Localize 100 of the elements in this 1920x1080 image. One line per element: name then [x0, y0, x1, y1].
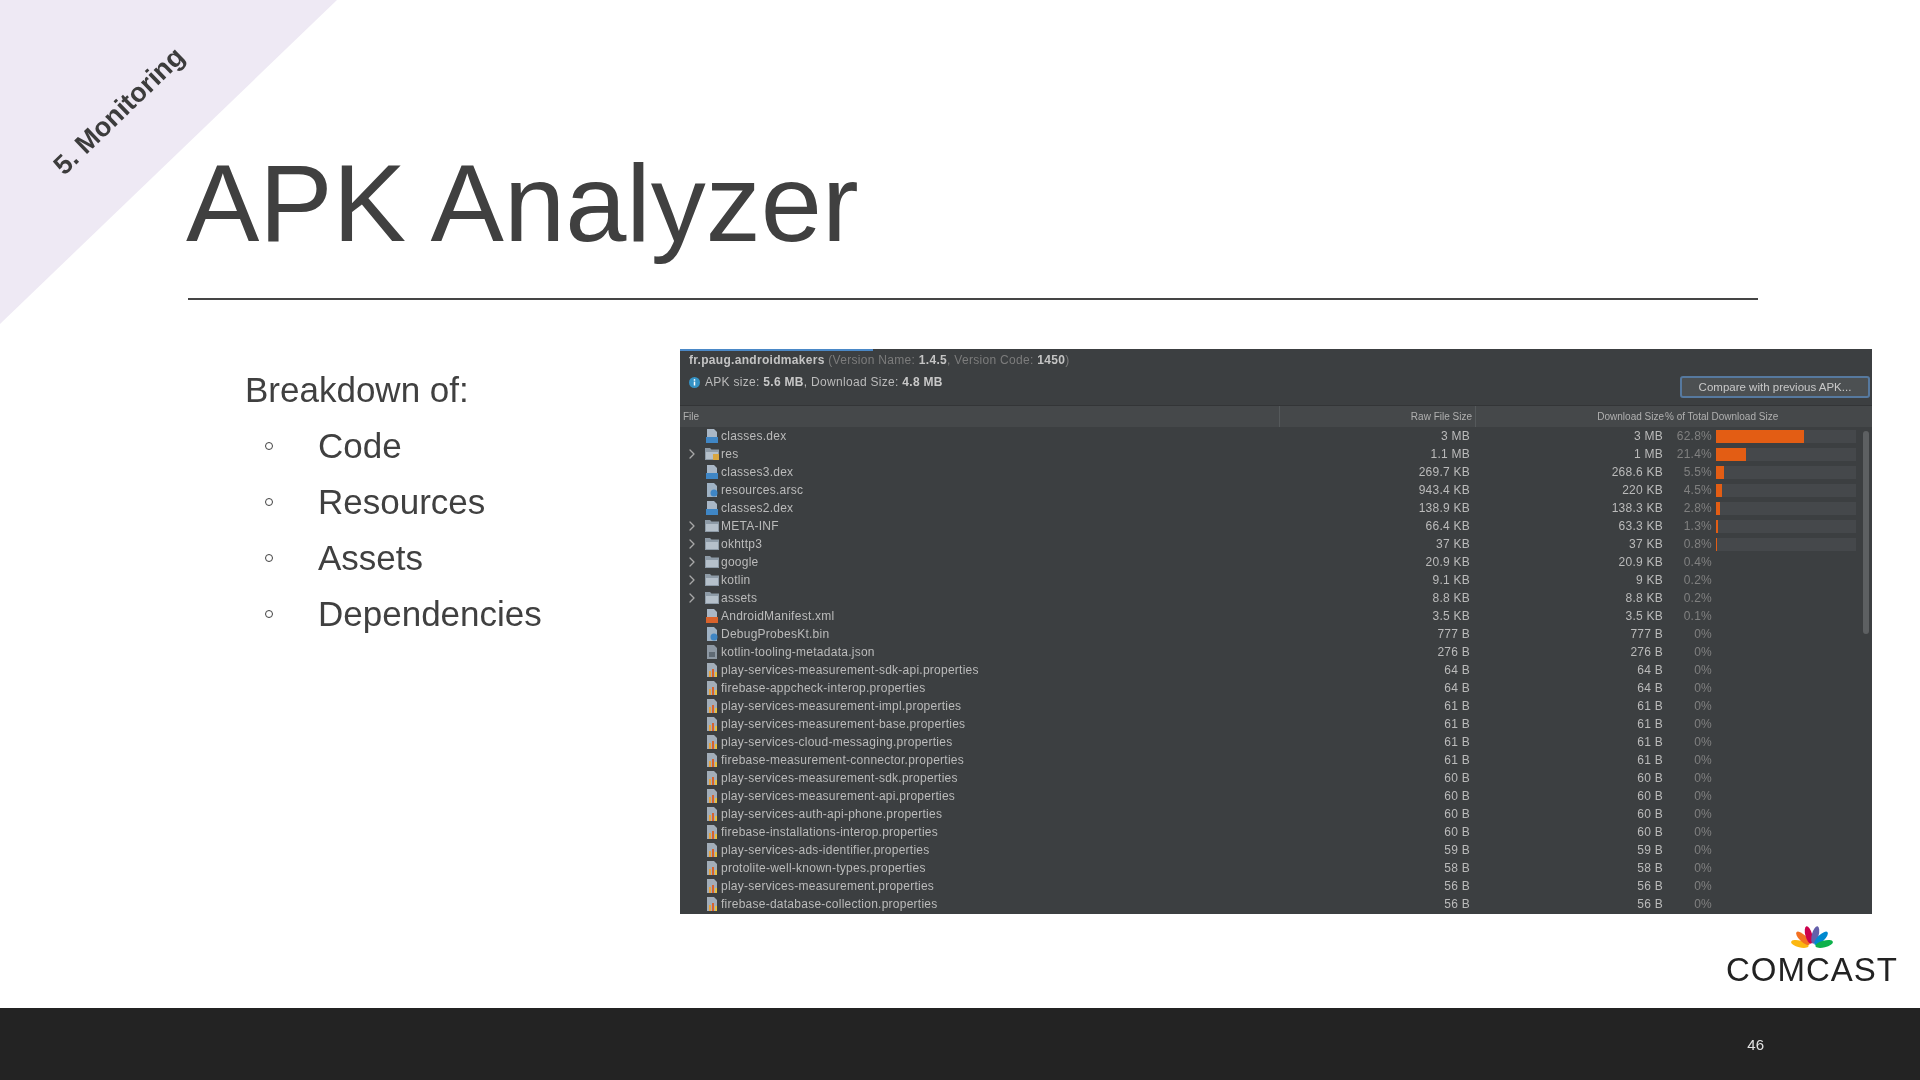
file-name: play-services-measurement-sdk-api.properties	[721, 663, 979, 677]
slide-title: APK Analyzer	[186, 141, 859, 266]
download-percent: 0.2%	[1682, 591, 1713, 605]
file-icon	[705, 681, 719, 695]
bullet-text: Assets	[318, 537, 424, 579]
file-name: META-INF	[721, 519, 779, 533]
raw-file-size: 8.8 KB	[1431, 591, 1471, 605]
download-percent: 21.4%	[1675, 447, 1713, 461]
raw-file-size: 66.4 KB	[1424, 519, 1471, 533]
download-percent: 0%	[1693, 627, 1713, 641]
download-percent: 0%	[1693, 897, 1713, 911]
chevron-icon[interactable]	[689, 521, 695, 531]
file-icon	[705, 465, 719, 479]
file-name: play-services-measurement-base.properties	[721, 717, 966, 731]
file-name: classes3.dex	[721, 465, 794, 479]
download-size: 64 B	[1636, 663, 1664, 677]
file-icon	[705, 663, 719, 677]
download-percent: 0.2%	[1682, 573, 1713, 587]
download-percent: 5.5%	[1682, 465, 1713, 479]
raw-file-size: 37 KB	[1435, 537, 1471, 551]
raw-file-size: 64 B	[1443, 681, 1471, 695]
chevron-icon[interactable]	[689, 539, 695, 549]
file-icon	[705, 861, 719, 875]
download-percent: 0%	[1693, 861, 1713, 875]
download-size: 56 B	[1636, 897, 1664, 911]
folder-icon	[705, 574, 719, 586]
download-percent: 0%	[1693, 663, 1713, 677]
download-size: 63.3 KB	[1617, 519, 1664, 533]
column-header: Download Size	[1596, 410, 1665, 424]
file-name: okhttp3	[721, 537, 763, 551]
file-name: res	[721, 447, 739, 461]
file-icon	[705, 609, 719, 623]
download-percent: 0.1%	[1682, 609, 1713, 623]
file-name: play-services-measurement.properties	[721, 879, 935, 893]
file-name: play-services-ads-identifier.properties	[721, 843, 930, 857]
file-icon	[705, 645, 719, 659]
download-percent: 0%	[1693, 771, 1713, 785]
download-size: 777 B	[1629, 627, 1664, 641]
file-name: classes.dex	[721, 429, 787, 443]
file-name: play-services-auth-api-phone.properties	[721, 807, 943, 821]
chevron-icon[interactable]	[689, 557, 695, 567]
file-icon	[705, 627, 719, 641]
column-header: Raw File Size	[1280, 406, 1476, 427]
download-percent: 62.8%	[1675, 429, 1713, 443]
file-icon	[705, 501, 719, 515]
file-name: resources.arsc	[721, 483, 804, 497]
download-size: 3.5 KB	[1624, 609, 1664, 623]
download-size: 37 KB	[1628, 537, 1664, 551]
chevron-icon[interactable]	[689, 449, 695, 459]
raw-file-size: 56 B	[1443, 897, 1471, 911]
file-name: play-services-cloud-messaging.properties	[721, 735, 953, 749]
download-size: 64 B	[1636, 681, 1664, 695]
raw-file-size: 777 B	[1436, 627, 1471, 641]
download-size: 60 B	[1636, 771, 1664, 785]
download-size: 59 B	[1636, 843, 1664, 857]
raw-file-size: 3.5 KB	[1431, 609, 1471, 623]
file-name: firebase-database-collection.properties	[721, 897, 938, 911]
download-size: 8.8 KB	[1624, 591, 1664, 605]
file-name: firebase-measurement-connector.properties	[721, 753, 965, 767]
download-percent: 0%	[1693, 735, 1713, 749]
column-header: File	[680, 406, 1280, 427]
bullet-text: Dependencies	[318, 593, 542, 635]
raw-file-size: 60 B	[1443, 789, 1471, 803]
download-percent: 0%	[1693, 843, 1713, 857]
file-icon	[705, 897, 719, 911]
scrollbar-thumb[interactable]	[1863, 431, 1869, 634]
download-percent: 0%	[1693, 789, 1713, 803]
folder-icon	[705, 448, 719, 460]
file-icon	[705, 789, 719, 803]
file-icon	[705, 825, 719, 839]
file-name: classes2.dex	[721, 501, 794, 515]
file-icon	[705, 483, 719, 497]
download-size: 20.9 KB	[1617, 555, 1664, 569]
raw-file-size: 56 B	[1443, 879, 1471, 893]
download-size: 56 B	[1636, 879, 1664, 893]
apk-size-line: APK size: 5.6 MB, Download Size: 4.8 MB	[705, 375, 943, 389]
raw-file-size: 3 MB	[1440, 429, 1471, 443]
raw-file-size: 61 B	[1443, 717, 1471, 731]
file-name: DebugProbesKt.bin	[721, 627, 830, 641]
bullet-intro: Breakdown of:	[245, 369, 470, 411]
file-name: kotlin-tooling-metadata.json	[721, 645, 875, 659]
raw-file-size: 61 B	[1443, 735, 1471, 749]
raw-file-size: 58 B	[1443, 861, 1471, 875]
raw-file-size: 269.7 KB	[1417, 465, 1471, 479]
raw-file-size: 20.9 KB	[1424, 555, 1471, 569]
download-size: 61 B	[1636, 753, 1664, 767]
chevron-icon[interactable]	[689, 575, 695, 585]
download-percent: 0%	[1693, 807, 1713, 821]
file-icon	[705, 807, 719, 821]
download-percent: 0%	[1693, 753, 1713, 767]
file-name: play-services-measurement-api.properties	[721, 789, 956, 803]
download-size: 60 B	[1636, 807, 1664, 821]
chevron-icon[interactable]	[689, 593, 695, 603]
download-percent: 1.3%	[1682, 519, 1713, 533]
bullet-text: Resources	[318, 481, 486, 523]
download-percent: 4.5%	[1682, 483, 1713, 497]
download-percent: 0.8%	[1682, 537, 1713, 551]
download-size: 1 MB	[1633, 447, 1664, 461]
download-percent: 0%	[1693, 879, 1713, 893]
compare-button[interactable]: Compare with previous APK...	[1680, 376, 1870, 398]
